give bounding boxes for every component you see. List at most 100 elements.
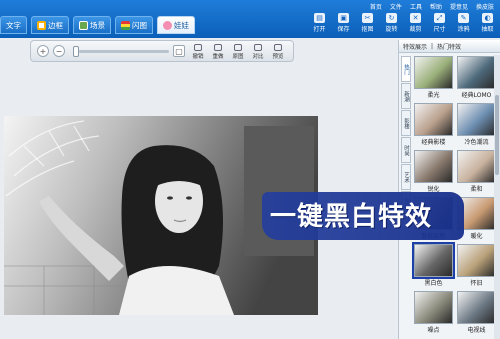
crop-button[interactable]: ✕ 裁剪 xyxy=(407,13,424,33)
redo-button[interactable]: 重做 xyxy=(209,44,227,60)
save-button[interactable]: ▣ 保存 xyxy=(335,13,352,33)
resize-button[interactable]: ⤢ 尺寸 xyxy=(431,13,448,33)
effect-label: 怀旧 xyxy=(470,280,483,287)
cutout-button[interactable]: ✂ 抠图 xyxy=(359,13,376,33)
brush-button[interactable]: ✎ 涂鸦 xyxy=(455,13,472,33)
menu-home[interactable]: 首页 xyxy=(370,2,382,11)
resize-icon: ⤢ xyxy=(434,13,445,23)
preview-button[interactable]: 预览 xyxy=(269,44,287,60)
promo-banner: 一键黑白特效 xyxy=(262,192,464,240)
undo-label: 撤销 xyxy=(192,54,204,60)
effect-label: 电视线 xyxy=(467,327,486,334)
tab-flash[interactable]: 闪图 xyxy=(115,16,153,34)
tab-frame[interactable]: 边框 xyxy=(31,16,69,34)
zoom-out-icon: − xyxy=(55,46,63,56)
effect-preview-image xyxy=(412,242,455,279)
menu-help[interactable]: 帮助 xyxy=(430,2,442,11)
zoom-in-icon: + xyxy=(39,46,47,56)
vtab-art[interactable]: 艺术 xyxy=(401,164,411,190)
undo-icon xyxy=(194,44,202,51)
vtab-fashion[interactable]: 时尚 xyxy=(401,137,411,163)
zoom-in-button[interactable]: + xyxy=(37,45,49,57)
preview-icon xyxy=(274,44,282,51)
effect-thumb[interactable]: 经典影楼 xyxy=(414,103,453,146)
rotate-button[interactable]: ↻ 旋转 xyxy=(383,13,400,33)
panel-scrollbar[interactable] xyxy=(494,55,500,339)
tab-frame-label: 边框 xyxy=(48,20,63,30)
effect-label: 噪点 xyxy=(427,327,440,334)
panel-scroll-thumb[interactable] xyxy=(495,95,499,175)
effect-label: 冷色潮流 xyxy=(464,139,489,146)
top-menu: 首页 文件 工具 帮助 提意见 换皮肤 xyxy=(370,2,494,11)
tab-doll-label: 娃娃 xyxy=(174,20,189,30)
effect-preview-image xyxy=(414,291,453,324)
menu-file[interactable]: 文件 xyxy=(390,2,402,11)
effect-preview-image xyxy=(457,150,496,183)
fit-icon: ▢ xyxy=(175,46,183,56)
flash-icon xyxy=(121,20,130,30)
effect-thumb[interactable]: 柔和 xyxy=(457,150,496,193)
zoom-slider[interactable] xyxy=(79,50,169,53)
effect-preview-image xyxy=(414,103,453,136)
rotate-icon: ↻ xyxy=(386,13,397,23)
fit-button[interactable]: ▢ xyxy=(173,45,185,57)
effect-thumb[interactable]: 经典LOMO xyxy=(457,56,496,99)
extract-icon: ◐ xyxy=(482,13,493,23)
menu-tools[interactable]: 工具 xyxy=(410,2,422,11)
tab-text-label: 文字 xyxy=(6,20,21,30)
effect-thumb[interactable]: 怀旧 xyxy=(457,244,496,287)
vtab-studio[interactable]: 影楼 xyxy=(401,110,411,136)
effects-panel-tabs: 特效展示 | 热门特效 xyxy=(399,40,500,53)
effect-thumb[interactable]: 锐化 xyxy=(414,150,453,193)
effect-thumb[interactable]: 冷色潮流 xyxy=(457,103,496,146)
original-button[interactable]: 原图 xyxy=(229,44,247,60)
rotate-label: 旋转 xyxy=(385,26,398,33)
folder-icon: ▤ xyxy=(314,13,325,23)
tab-scene[interactable]: 场景 xyxy=(73,16,111,34)
effect-thumb[interactable]: 噪点 xyxy=(414,291,453,334)
save-icon: ▣ xyxy=(338,13,349,23)
zoom-slider-knob[interactable] xyxy=(73,46,79,57)
original-icon xyxy=(234,44,242,51)
crop-icon: ✕ xyxy=(410,13,421,23)
tab-doll[interactable]: 娃娃 xyxy=(157,16,195,34)
open-label: 打开 xyxy=(313,26,326,33)
menu-skin[interactable]: 换皮肤 xyxy=(476,2,494,11)
brush-icon: ✎ xyxy=(458,13,469,23)
effect-thumb[interactable]: 黑白色 xyxy=(412,242,455,287)
effect-preview-image xyxy=(457,244,496,277)
redo-label: 重做 xyxy=(212,54,224,60)
effect-thumb[interactable]: 电视线 xyxy=(457,291,496,334)
vtab-hot[interactable]: 热门 xyxy=(401,56,411,82)
doll-icon xyxy=(163,20,172,30)
menu-feedback[interactable]: 提意见 xyxy=(450,2,468,11)
effect-preview-image xyxy=(414,56,453,89)
extract-button[interactable]: ◐ 抽取 xyxy=(479,13,496,33)
effect-preview-image xyxy=(457,291,496,324)
effect-label: 黑白色 xyxy=(424,280,443,287)
effect-thumb[interactable]: 柔光 xyxy=(414,56,453,99)
effect-preview-image xyxy=(457,103,496,136)
frame-icon xyxy=(37,20,46,30)
save-label: 保存 xyxy=(337,26,350,33)
compare-button[interactable]: 对比 xyxy=(249,44,267,60)
category-tabs: 文字 边框 场景 闪图 娃娃 xyxy=(0,16,195,36)
zoom-out-button[interactable]: − xyxy=(53,45,65,57)
tab-flash-label: 闪图 xyxy=(132,20,147,30)
tab-effects-showcase[interactable]: 特效展示 xyxy=(403,42,427,51)
preview-label: 预览 xyxy=(272,54,284,60)
tab-hot-effects[interactable]: 热门特效 xyxy=(437,42,461,51)
effect-label: 经典影楼 xyxy=(421,139,446,146)
original-label: 原图 xyxy=(232,54,244,60)
extract-label: 抽取 xyxy=(481,26,494,33)
vtab-trendy[interactable]: 新潮 xyxy=(401,83,411,109)
undo-button[interactable]: 撤销 xyxy=(189,44,207,60)
effect-preview-image xyxy=(457,56,496,89)
effect-label: 经典LOMO xyxy=(461,92,492,99)
promo-text: 一键黑白特效 xyxy=(270,202,433,232)
tab-text[interactable]: 文字 xyxy=(0,16,27,34)
effect-label: 柔光 xyxy=(427,92,440,99)
cutout-label: 抠图 xyxy=(361,26,374,33)
compare-icon xyxy=(254,44,262,51)
open-button[interactable]: ▤ 打开 xyxy=(311,13,328,33)
